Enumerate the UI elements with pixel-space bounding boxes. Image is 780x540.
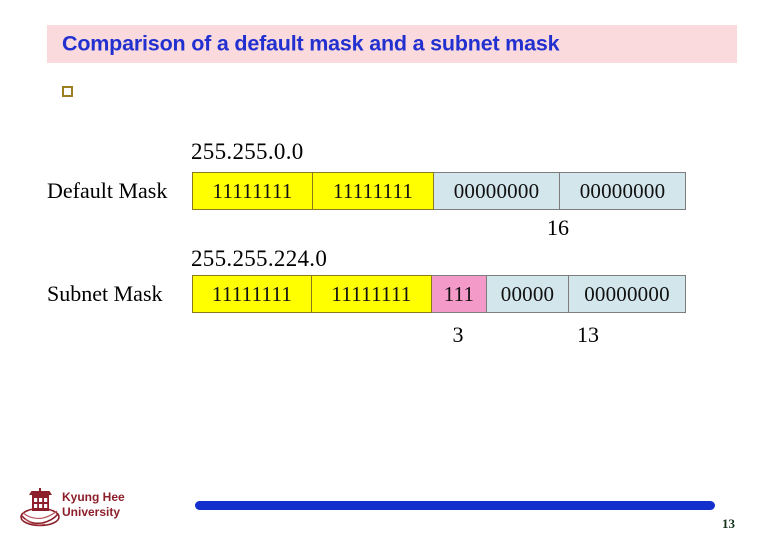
page-title: Comparison of a default mask and a subne… — [62, 31, 560, 56]
subnet-mask-dotted-value: 255.255.224.0 — [191, 246, 328, 271]
default-mask-host-bits-count: 16 — [547, 215, 569, 240]
default-mask-dotted-value: 255.255.0.0 — [191, 139, 304, 164]
subnet-mask-host-bits-count: 13 — [577, 322, 599, 347]
subnet-mask-row-label: Subnet Mask — [47, 281, 163, 306]
subnet-mask-segment-host-bits-partial: 00000 — [487, 275, 569, 313]
default-mask-segment-octet-1: 11111111 — [192, 172, 313, 210]
subnet-mask-segment-octet-4: 00000000 — [569, 275, 686, 313]
footer-divider-rule — [195, 501, 715, 510]
footer-university-line-1: Kyung Hee — [62, 490, 125, 504]
mask-comparison-diagram: 255.255.0.0 Default Mask 11111111 111111… — [0, 0, 780, 540]
default-mask-row-label: Default Mask — [47, 178, 168, 203]
subnet-mask-bar: 11111111 11111111 111 00000 00000000 — [192, 275, 686, 313]
page-number: 13 — [722, 516, 735, 531]
subnet-mask-segment-octet-1: 11111111 — [192, 275, 312, 313]
hollow-square-bullet-icon — [62, 86, 73, 97]
subnet-mask-subnet-bits-count: 3 — [452, 322, 464, 347]
default-mask-segment-octet-2: 11111111 — [313, 172, 434, 210]
default-mask-segment-octet-3: 00000000 — [434, 172, 560, 210]
default-mask-segment-octet-4: 00000000 — [560, 172, 686, 210]
kyung-hee-university-crest-icon — [18, 487, 62, 529]
footer-university-line-2: University — [62, 505, 121, 519]
slide-title-banner: Comparison of a default mask and a subne… — [47, 25, 737, 63]
default-mask-bar: 11111111 11111111 00000000 00000000 — [192, 172, 686, 210]
footer-university-name: Kyung Hee University — [62, 490, 125, 520]
subnet-mask-segment-octet-2: 11111111 — [312, 275, 432, 313]
subnet-mask-segment-subnet-bits: 111 — [432, 275, 487, 313]
